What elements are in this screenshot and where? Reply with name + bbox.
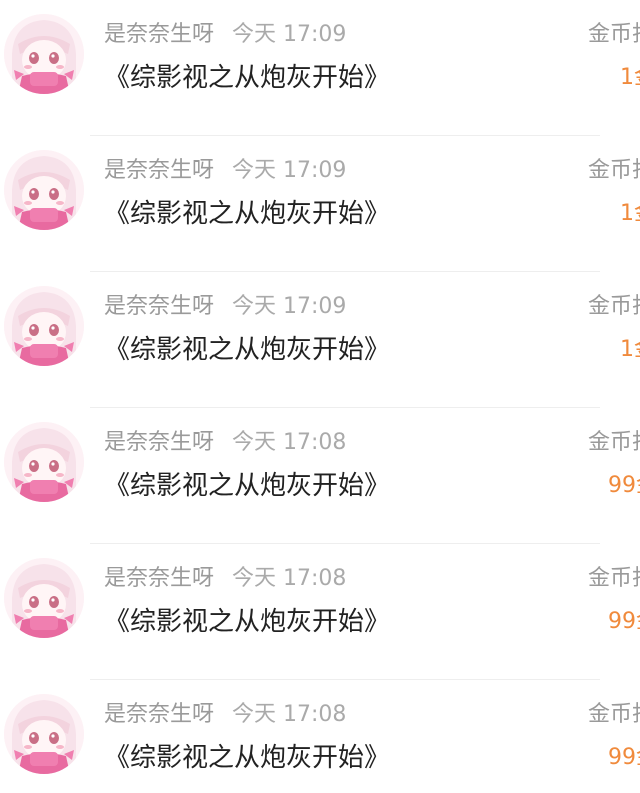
message-title[interactable]: 《综影视之从炮灰开始》 xyxy=(104,330,390,370)
message-row[interactable]: 是奈奈生呀今天 17:08 《综影视之从炮灰开始》 金币打 99金 xyxy=(0,408,640,544)
message-time: 今天 17:08 xyxy=(232,430,347,455)
coin-amount: 99金 xyxy=(608,473,640,498)
coin-amount: 1金 xyxy=(620,65,640,90)
coin-amount: 1金 xyxy=(620,201,640,226)
message-row[interactable]: 是奈奈生呀今天 17:09 《综影视之从炮灰开始》 金币打 1金 xyxy=(0,272,640,408)
anime-girl-avatar-icon xyxy=(4,150,84,230)
author-name[interactable]: 是奈奈生呀 xyxy=(104,22,214,47)
avatar[interactable] xyxy=(4,150,84,230)
coin-tip-label: 金币打 xyxy=(588,702,640,727)
author-name[interactable]: 是奈奈生呀 xyxy=(104,158,214,183)
avatar[interactable] xyxy=(4,694,84,774)
message-meta: 是奈奈生呀 今天 17:09 xyxy=(104,290,346,324)
coin-amount: 1金 xyxy=(620,337,640,362)
message-time: 今天 17:08 xyxy=(232,566,347,591)
coin-tip-label: 金币打 xyxy=(588,566,640,591)
message-meta: 是奈奈生呀 今天 17:09 xyxy=(104,154,346,188)
avatar[interactable] xyxy=(4,422,84,502)
message-meta: 是奈奈生呀 今天 17:08 xyxy=(104,698,346,732)
message-title[interactable]: 《综影视之从炮灰开始》 xyxy=(104,194,390,234)
message-row[interactable]: 是奈奈生呀今天 17:09 《综影视之从炮灰开始》 金币打 1金 xyxy=(0,0,640,136)
anime-girl-avatar-icon xyxy=(4,14,84,94)
coin-amount: 99金 xyxy=(608,609,640,634)
coin-tip-label: 金币打 xyxy=(588,430,640,455)
message-meta: 是奈奈生呀 今天 17:08 xyxy=(104,562,346,596)
message-title[interactable]: 《综影视之从炮灰开始》 xyxy=(104,602,390,642)
message-meta: 是奈奈生呀 今天 17:08 xyxy=(104,426,346,460)
message-time: 今天 17:09 xyxy=(232,158,347,183)
message-title[interactable]: 《综影视之从炮灰开始》 xyxy=(104,466,390,506)
message-row[interactable]: 是奈奈生呀今天 17:08 《综影视之从炮灰开始》 金币打 99金 xyxy=(0,680,640,793)
avatar[interactable] xyxy=(4,558,84,638)
message-time: 今天 17:09 xyxy=(232,22,347,47)
message-list: 是奈奈生呀今天 17:09 《综影视之从炮灰开始》 金币打 1金 xyxy=(0,0,640,793)
message-row[interactable]: 是奈奈生呀今天 17:09 《综影视之从炮灰开始》 金币打 1金 xyxy=(0,136,640,272)
message-title[interactable]: 《综影视之从炮灰开始》 xyxy=(104,58,390,98)
author-name[interactable]: 是奈奈生呀 xyxy=(104,702,214,727)
author-name[interactable]: 是奈奈生呀 xyxy=(104,294,214,319)
anime-girl-avatar-icon xyxy=(4,422,84,502)
anime-girl-avatar-icon xyxy=(4,286,84,366)
author-name[interactable]: 是奈奈生呀 xyxy=(104,430,214,455)
message-meta: 是奈奈生呀 今天 17:09 xyxy=(104,18,346,52)
message-time: 今天 17:09 xyxy=(232,294,347,319)
message-time: 今天 17:08 xyxy=(232,702,347,727)
anime-girl-avatar-icon xyxy=(4,558,84,638)
coin-tip-label: 金币打 xyxy=(588,22,640,47)
avatar[interactable] xyxy=(4,14,84,94)
coin-tip-label: 金币打 xyxy=(588,294,640,319)
avatar[interactable] xyxy=(4,286,84,366)
coin-tip-label: 金币打 xyxy=(588,158,640,183)
message-row[interactable]: 是奈奈生呀今天 17:08 《综影视之从炮灰开始》 金币打 99金 xyxy=(0,544,640,680)
coin-amount: 99金 xyxy=(608,745,640,770)
message-title[interactable]: 《综影视之从炮灰开始》 xyxy=(104,738,390,778)
anime-girl-avatar-icon xyxy=(4,694,84,774)
author-name[interactable]: 是奈奈生呀 xyxy=(104,566,214,591)
